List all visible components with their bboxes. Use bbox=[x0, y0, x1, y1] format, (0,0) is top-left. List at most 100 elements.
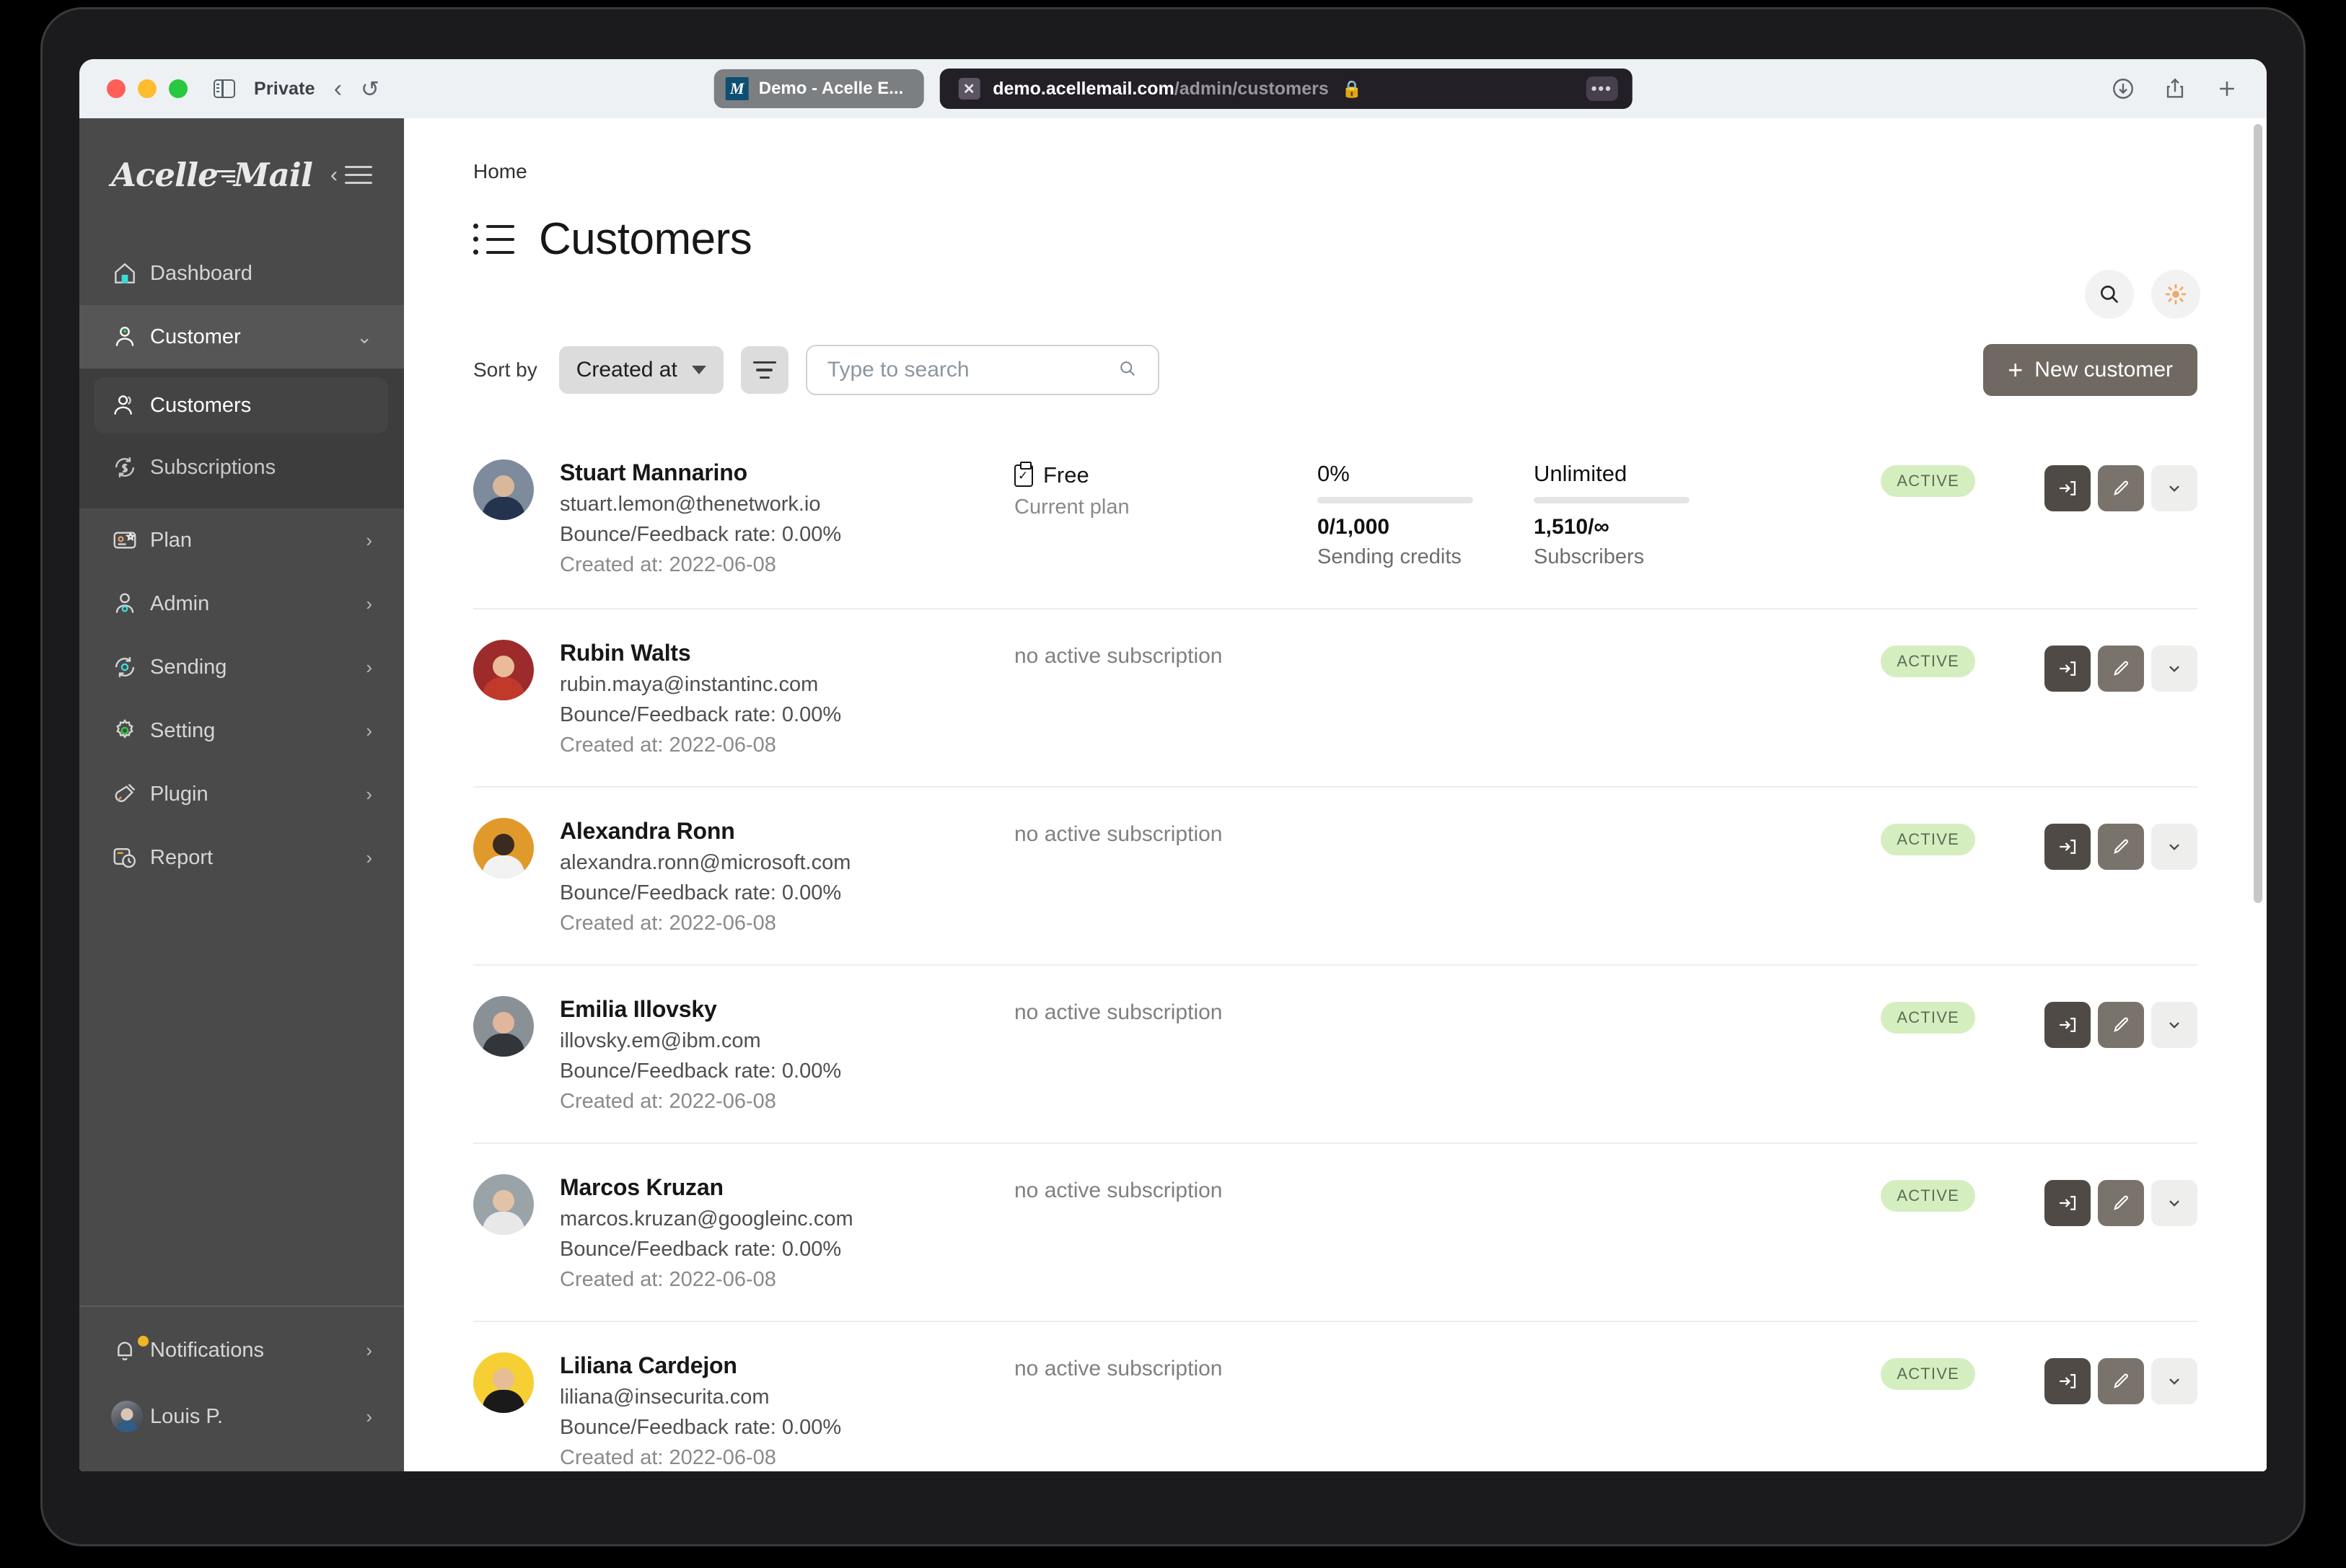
sidebar-item-user-profile[interactable]: Louis P. › bbox=[79, 1383, 404, 1450]
sidebar-toggle-icon[interactable] bbox=[214, 79, 235, 98]
application-root: Acelle Mail ‹ Dashboard bbox=[79, 118, 2267, 1471]
credits-progress-bar bbox=[1317, 497, 1473, 503]
chevron-down-icon bbox=[692, 366, 706, 374]
row-more-actions-button[interactable] bbox=[2151, 465, 2197, 511]
login-as-customer-button[interactable] bbox=[2044, 1002, 2091, 1048]
page-header: Customers bbox=[473, 213, 2197, 265]
global-search-button[interactable] bbox=[2085, 270, 2134, 319]
sidebar-item-dashboard[interactable]: Dashboard bbox=[79, 242, 404, 305]
browser-toolbar: Private ‹ ↻ M Demo - Acelle E... ✕ demo.… bbox=[79, 59, 2267, 118]
customer-name[interactable]: Liliana Cardejon bbox=[560, 1352, 841, 1379]
sidebar-item-label: Admin bbox=[150, 592, 366, 616]
sidebar-item-setting[interactable]: Setting › bbox=[79, 699, 404, 762]
share-icon[interactable] bbox=[2163, 76, 2187, 101]
stop-loading-icon[interactable]: ✕ bbox=[958, 78, 980, 100]
sidebar-item-plugin[interactable]: Plugin › bbox=[79, 762, 404, 826]
customer-name[interactable]: Rubin Walts bbox=[560, 640, 841, 666]
search-input-wrapper[interactable] bbox=[806, 345, 1159, 395]
sidebar-item-subscriptions[interactable]: Subscriptions bbox=[79, 436, 404, 498]
login-as-customer-button[interactable] bbox=[2044, 465, 2091, 511]
app-logo[interactable]: Acelle Mail bbox=[111, 156, 312, 194]
close-window-button[interactable] bbox=[107, 79, 126, 98]
customer-details: Emilia Illovsky illovsky.em@ibm.com Boun… bbox=[560, 996, 841, 1114]
customer-identity-cell: Emilia Illovsky illovsky.em@ibm.com Boun… bbox=[473, 996, 1014, 1114]
search-input[interactable] bbox=[827, 358, 1117, 382]
row-more-actions-button[interactable] bbox=[2151, 646, 2197, 692]
edit-customer-button[interactable] bbox=[2098, 1002, 2144, 1048]
row-more-actions-button[interactable] bbox=[2151, 824, 2197, 870]
edit-customer-button[interactable] bbox=[2098, 1180, 2144, 1226]
customer-email: alexandra.ronn@microsoft.com bbox=[560, 851, 851, 875]
user-icon bbox=[111, 323, 150, 351]
window-traffic-lights[interactable] bbox=[107, 79, 188, 98]
row-more-actions-button[interactable] bbox=[2151, 1358, 2197, 1404]
sidebar-item-notifications[interactable]: Notifications › bbox=[79, 1317, 404, 1383]
chevron-right-icon: › bbox=[366, 1341, 372, 1360]
sidebar-item-customers[interactable]: Customers bbox=[79, 374, 404, 436]
customer-name[interactable]: Stuart Mannarino bbox=[560, 459, 841, 486]
sort-by-label: Sort by bbox=[473, 358, 537, 382]
page-scrollbar[interactable] bbox=[2254, 118, 2262, 1471]
list-icon bbox=[473, 224, 514, 255]
customer-created-at: Created at: 2022-06-08 bbox=[560, 912, 851, 935]
edit-customer-button[interactable] bbox=[2098, 1358, 2144, 1404]
sidebar-item-admin[interactable]: Admin › bbox=[79, 572, 404, 635]
sidebar-item-sending[interactable]: Sending › bbox=[79, 635, 404, 699]
table-row[interactable]: Stuart Mannarino stuart.lemon@thenetwork… bbox=[473, 438, 2197, 608]
new-tab-icon[interactable] bbox=[2215, 76, 2239, 101]
back-button[interactable]: ‹ bbox=[334, 76, 342, 101]
table-row[interactable]: Emilia Illovsky illovsky.em@ibm.com Boun… bbox=[473, 964, 2197, 1142]
downloads-icon[interactable] bbox=[2111, 76, 2135, 101]
status-badge: ACTIVE bbox=[1881, 646, 1975, 677]
chevron-right-icon: › bbox=[366, 848, 372, 867]
sort-field-select[interactable]: Created at bbox=[559, 346, 724, 394]
customer-name[interactable]: Alexandra Ronn bbox=[560, 818, 851, 845]
maximize-window-button[interactable] bbox=[169, 79, 188, 98]
edit-customer-button[interactable] bbox=[2098, 646, 2144, 692]
table-row[interactable]: Liliana Cardejon liliana@insecurita.com … bbox=[473, 1321, 2197, 1471]
reload-icon[interactable]: ↻ bbox=[361, 78, 379, 100]
row-more-actions-button[interactable] bbox=[2151, 1002, 2197, 1048]
chevron-down-icon: ⌄ bbox=[356, 327, 372, 346]
sort-direction-button[interactable] bbox=[741, 346, 788, 394]
sort-field-value: Created at bbox=[576, 358, 677, 382]
breadcrumb[interactable]: Home bbox=[473, 160, 2197, 183]
scrollbar-thumb[interactable] bbox=[2254, 124, 2262, 903]
chevron-right-icon: › bbox=[366, 721, 372, 740]
edit-customer-button[interactable] bbox=[2098, 824, 2144, 870]
row-actions bbox=[2044, 1002, 2197, 1048]
customer-bounce-rate: Bounce/Feedback rate: 0.00% bbox=[560, 881, 851, 905]
browser-tab[interactable]: M Demo - Acelle E... bbox=[714, 69, 924, 108]
edit-customer-button[interactable] bbox=[2098, 465, 2144, 511]
customer-bounce-rate: Bounce/Feedback rate: 0.00% bbox=[560, 523, 841, 547]
login-as-customer-button[interactable] bbox=[2044, 646, 2091, 692]
address-bar[interactable]: ✕ demo.acellemail.com/admin/customers 🔒 … bbox=[939, 69, 1632, 109]
customer-created-at: Created at: 2022-06-08 bbox=[560, 734, 841, 757]
theme-toggle-button[interactable] bbox=[2151, 270, 2200, 319]
login-as-customer-button[interactable] bbox=[2044, 824, 2091, 870]
new-customer-button[interactable]: + New customer bbox=[1983, 344, 2197, 396]
login-as-customer-button[interactable] bbox=[2044, 1180, 2091, 1226]
minimize-window-button[interactable] bbox=[138, 79, 157, 98]
table-row[interactable]: Rubin Walts rubin.maya@instantinc.com Bo… bbox=[473, 608, 2197, 786]
row-actions bbox=[2044, 1358, 2197, 1404]
chevron-right-icon: › bbox=[366, 785, 372, 803]
row-more-actions-button[interactable] bbox=[2151, 1180, 2197, 1226]
plan-caption: Current plan bbox=[1014, 495, 1317, 519]
sidebar-item-customer[interactable]: Customer ⌄ bbox=[79, 305, 404, 369]
plan-card-icon bbox=[111, 527, 150, 554]
sidebar-collapse-button[interactable]: ‹ bbox=[330, 164, 372, 186]
customer-name[interactable]: Marcos Kruzan bbox=[560, 1174, 853, 1201]
sidebar-item-plan[interactable]: Plan › bbox=[79, 508, 404, 572]
chevron-left-icon: ‹ bbox=[330, 164, 338, 186]
customer-bounce-rate: Bounce/Feedback rate: 0.00% bbox=[560, 703, 841, 727]
table-row[interactable]: Alexandra Ronn alexandra.ronn@microsoft.… bbox=[473, 786, 2197, 964]
login-as-customer-button[interactable] bbox=[2044, 1358, 2091, 1404]
status-badge: ACTIVE bbox=[1881, 1358, 1975, 1390]
page-menu-icon[interactable]: ••• bbox=[1586, 76, 1617, 101]
customer-identity-cell: Rubin Walts rubin.maya@instantinc.com Bo… bbox=[473, 640, 1014, 757]
table-row[interactable]: Marcos Kruzan marcos.kruzan@googleinc.co… bbox=[473, 1142, 2197, 1321]
search-icon bbox=[1117, 358, 1138, 382]
customer-name[interactable]: Emilia Illovsky bbox=[560, 996, 841, 1023]
sidebar-item-report[interactable]: Report › bbox=[79, 826, 404, 889]
